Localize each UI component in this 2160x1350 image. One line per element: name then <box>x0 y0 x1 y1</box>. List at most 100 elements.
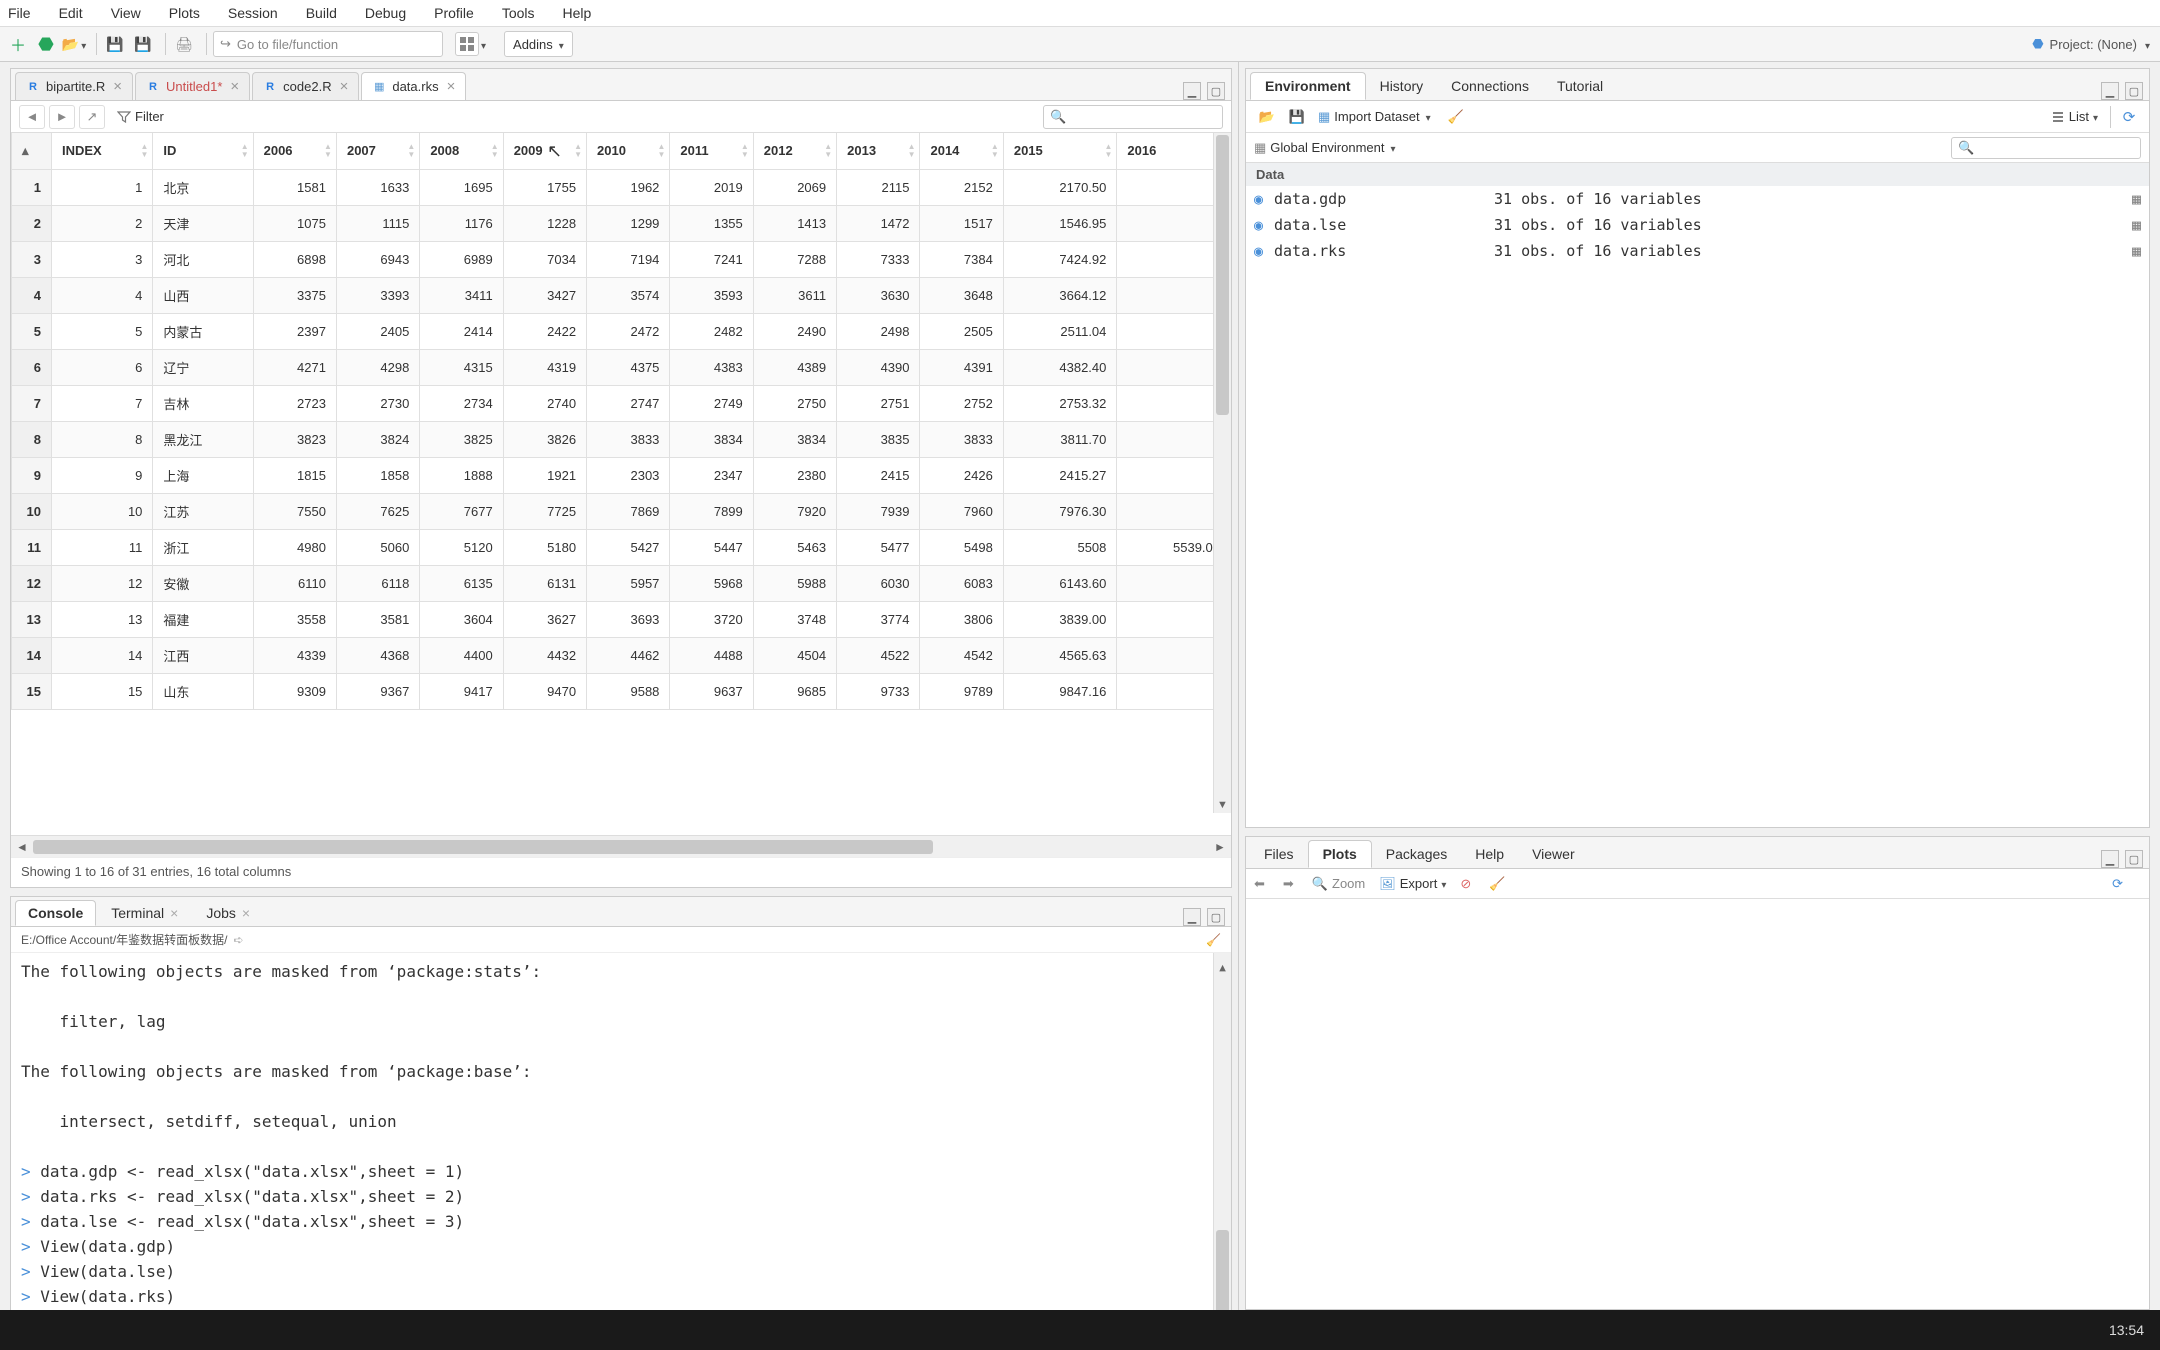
clear-env-icon[interactable]: 🧹 <box>1443 105 1469 129</box>
col-2015[interactable]: 2015▲▼ <box>1003 133 1117 169</box>
table-row[interactable]: 44山西337533933411342735743593361136303648… <box>12 277 1231 313</box>
new-file-button[interactable]: ＋ <box>6 32 30 56</box>
tab-untitled1[interactable]: R Untitled1* × <box>135 72 250 100</box>
tab-data-rks[interactable]: ▦ data.rks × <box>361 72 466 100</box>
table-row[interactable]: 77吉林272327302734274027472749275027512752… <box>12 385 1231 421</box>
nav-back-button[interactable]: ◄ <box>19 105 45 129</box>
layout-grid-button[interactable] <box>455 32 479 56</box>
tab-history[interactable]: History <box>1366 72 1438 100</box>
close-icon[interactable]: × <box>113 78 122 95</box>
expand-icon[interactable]: ◉ <box>1254 190 1268 208</box>
tab-console[interactable]: Console <box>15 900 96 926</box>
menu-profile[interactable]: Profile <box>434 5 474 21</box>
maximize-pane-icon[interactable]: ▢ <box>1207 82 1225 100</box>
view-table-icon[interactable]: ▦ <box>2132 242 2141 260</box>
view-table-icon[interactable]: ▦ <box>2132 190 2141 208</box>
env-scope-selector[interactable]: ▦ Global Environment <box>1254 140 1396 156</box>
tab-jobs[interactable]: Jobs× <box>193 900 263 926</box>
table-row[interactable]: 1212安徽6110611861356131595759685988603060… <box>12 565 1231 601</box>
expand-icon[interactable]: ◉ <box>1254 242 1268 260</box>
minimize-pane-icon[interactable]: ▁ <box>2101 850 2119 868</box>
plot-remove-button[interactable]: ⊘ <box>1460 876 1475 892</box>
tab-tutorial[interactable]: Tutorial <box>1543 72 1617 100</box>
hscroll-thumb[interactable] <box>33 840 933 854</box>
minimize-pane-icon[interactable]: ▁ <box>2101 82 2119 100</box>
table-row[interactable]: 1515山东9309936794179470958896379685973397… <box>12 673 1231 709</box>
plot-zoom-button[interactable]: 🔍Zoom <box>1312 876 1365 892</box>
tab-packages[interactable]: Packages <box>1372 840 1461 868</box>
menu-help[interactable]: Help <box>563 5 592 21</box>
hscroll-left-icon[interactable]: ◄ <box>11 840 33 854</box>
tab-environment[interactable]: Environment <box>1250 72 1366 100</box>
env-item[interactable]: ◉data.lse31 obs. of 16 variables▦ <box>1246 212 2149 238</box>
col-2010[interactable]: 2010▲▼ <box>587 133 670 169</box>
vscroll-up-icon[interactable]: ▲ <box>1214 955 1231 980</box>
col-2008[interactable]: 2008▲▼ <box>420 133 503 169</box>
row-number-header[interactable]: ▴ <box>12 133 52 169</box>
save-button[interactable]: 💾 <box>103 32 127 56</box>
tab-files[interactable]: Files <box>1250 840 1308 868</box>
hscroll-right-icon[interactable]: ► <box>1209 840 1231 854</box>
table-row[interactable]: 22天津107511151176122812991355141314721517… <box>12 205 1231 241</box>
tab-terminal[interactable]: Terminal× <box>98 900 191 926</box>
env-item[interactable]: ◉data.gdp31 obs. of 16 variables▦ <box>1246 186 2149 212</box>
col-2006[interactable]: 2006▲▼ <box>253 133 336 169</box>
filter-button[interactable]: Filter <box>117 109 164 124</box>
open-file-button[interactable]: 📂 <box>62 32 86 56</box>
maximize-pane-icon[interactable]: ▢ <box>2125 82 2143 100</box>
close-icon[interactable]: × <box>340 78 349 95</box>
table-row[interactable]: 1313福建3558358136043627369337203748377438… <box>12 601 1231 637</box>
menu-view[interactable]: View <box>111 5 141 21</box>
col-2012[interactable]: 2012▲▼ <box>753 133 836 169</box>
load-workspace-icon[interactable]: 📂 <box>1254 105 1280 129</box>
print-button[interactable]: 🖨 <box>172 32 196 56</box>
tab-connections[interactable]: Connections <box>1437 72 1543 100</box>
menu-plots[interactable]: Plots <box>169 5 200 21</box>
tab-bipartite-r[interactable]: R bipartite.R × <box>15 72 133 100</box>
menu-edit[interactable]: Edit <box>59 5 83 21</box>
new-project-button[interactable]: ⬣ <box>34 32 58 56</box>
table-row[interactable]: 1111浙江4980506051205180542754475463547754… <box>12 529 1231 565</box>
col-2011[interactable]: 2011▲▼ <box>670 133 753 169</box>
view-table-icon[interactable]: ▦ <box>2132 216 2141 234</box>
menu-build[interactable]: Build <box>306 5 337 21</box>
col-2007[interactable]: 2007▲▼ <box>336 133 419 169</box>
table-vscroll[interactable]: ▼ <box>1213 133 1231 813</box>
menu-file[interactable]: File <box>8 5 31 21</box>
close-icon[interactable]: × <box>447 78 456 95</box>
table-row[interactable]: 11北京158116331695175519622019206921152152… <box>12 169 1231 205</box>
popout-button[interactable]: ↗ <box>79 105 105 129</box>
close-icon[interactable]: × <box>230 78 239 95</box>
console-vscroll[interactable]: ▲▼ <box>1213 953 1231 1340</box>
plot-clear-button[interactable]: 🧹 <box>1489 876 1509 892</box>
refresh-env-icon[interactable]: ⟳ <box>2117 105 2141 129</box>
maximize-pane-icon[interactable]: ▢ <box>1207 908 1225 926</box>
close-icon[interactable]: × <box>242 905 250 921</box>
vscroll-thumb[interactable] <box>1216 135 1229 415</box>
plot-refresh-button[interactable]: ⟳ <box>2112 876 2127 892</box>
tab-viewer[interactable]: Viewer <box>1518 840 1589 868</box>
env-item[interactable]: ◉data.rks31 obs. of 16 variables▦ <box>1246 238 2149 264</box>
table-row[interactable]: 88黑龙江38233824382538263833383438343835383… <box>12 421 1231 457</box>
maximize-pane-icon[interactable]: ▢ <box>2125 850 2143 868</box>
close-icon[interactable]: × <box>170 905 178 921</box>
goto-file-input[interactable]: ↪ Go to file/function <box>213 31 443 57</box>
menu-session[interactable]: Session <box>228 5 278 21</box>
plot-next-button[interactable]: ➡ <box>1283 876 1298 892</box>
table-hscroll[interactable]: ◄ ► <box>11 835 1231 857</box>
table-row[interactable]: 55内蒙古23972405241424222472248224902498250… <box>12 313 1231 349</box>
table-row[interactable]: 1010江苏7550762576777725786978997920793979… <box>12 493 1231 529</box>
tab-plots[interactable]: Plots <box>1308 840 1372 868</box>
clear-console-icon[interactable]: 🧹 <box>1206 933 1221 947</box>
tab-help[interactable]: Help <box>1461 840 1518 868</box>
layout-grid-caret[interactable] <box>481 37 486 52</box>
data-search-input[interactable]: 🔍 <box>1043 105 1223 129</box>
import-dataset-button[interactable]: ▦ Import Dataset <box>1314 105 1435 129</box>
minimize-pane-icon[interactable]: ▁ <box>1183 908 1201 926</box>
save-all-button[interactable]: 💾 <box>131 32 155 56</box>
addins-button[interactable]: Addins <box>504 31 573 57</box>
menu-tools[interactable]: Tools <box>502 5 535 21</box>
plot-prev-button[interactable]: ⬅ <box>1254 876 1269 892</box>
table-row[interactable]: 66辽宁427142984315431943754383438943904391… <box>12 349 1231 385</box>
minimize-pane-icon[interactable]: ▁ <box>1183 82 1201 100</box>
